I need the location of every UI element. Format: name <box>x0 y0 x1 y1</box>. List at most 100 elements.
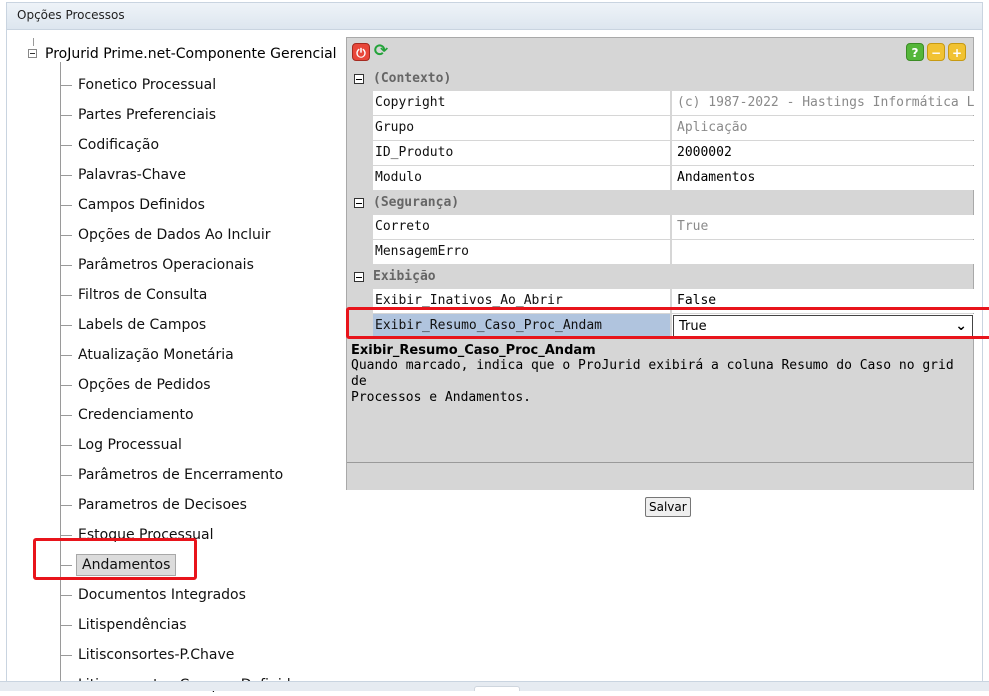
tree-item[interactable]: Opções de Pedidos <box>60 374 213 396</box>
property-value[interactable]: Aplicação <box>672 116 975 140</box>
property-value[interactable]: False <box>672 289 975 313</box>
collapse-icon[interactable] <box>354 198 364 208</box>
tree-item[interactable]: Parametros de Decisoes <box>60 494 249 516</box>
tree-item-label: Parâmetros de Encerramento <box>78 467 284 483</box>
tree-item[interactable]: Litisconsortes-P.Chave <box>60 644 236 666</box>
dropdown-value: True <box>679 319 707 334</box>
tree-connector <box>60 204 72 206</box>
property-row[interactable]: Exibir_Inativos_Ao_Abrir False <box>373 289 975 314</box>
property-value[interactable]: Andamentos <box>672 166 975 190</box>
tree-item[interactable]: Atualização Monetária <box>60 344 236 366</box>
save-button[interactable]: Salvar <box>645 497 691 517</box>
property-name: Copyright <box>373 91 671 115</box>
tree-item-label: Log Processual <box>78 437 182 453</box>
collapse-all-icon[interactable]: − <box>927 43 945 61</box>
collapse-icon[interactable] <box>354 272 364 282</box>
tree-item-label: Andamentos <box>76 554 177 576</box>
tree-connector <box>60 564 72 566</box>
category-row[interactable]: Exibição <box>347 265 973 289</box>
tree-item[interactable]: Parâmetros de Encerramento <box>60 464 285 486</box>
property-row[interactable]: Modulo Andamentos <box>373 166 975 191</box>
property-description: Exibir_Resumo_Caso_Proc_Andam Quando mar… <box>347 341 973 463</box>
tree-item[interactable]: Credenciamento <box>60 404 196 426</box>
property-row[interactable]: ID_Produto 2000002 <box>373 141 975 166</box>
category-label: (Segurança) <box>373 195 460 210</box>
tree-item-label: Documentos Integrados <box>78 587 246 603</box>
category-label: Exibição <box>373 269 436 284</box>
tree-item-label: Fonetico Processual <box>78 77 217 93</box>
help-icon[interactable]: ? <box>906 43 924 61</box>
tree-item[interactable]: Litispendências <box>60 614 189 636</box>
property-row[interactable]: Grupo Aplicação <box>373 116 975 141</box>
tree-item-label: Parametros de Decisoes <box>78 497 247 513</box>
tree-item-label: Opções de Pedidos <box>78 377 211 393</box>
property-grid: ⏻ ⟳ ? − + (Contexto) Copyright (c) 1987-20… <box>346 37 975 490</box>
tree-item-label: Codificação <box>78 137 160 153</box>
property-row[interactable]: Copyright (c) 1987-2022 - Hastings Inform… <box>373 91 975 116</box>
tree-connector <box>60 624 72 626</box>
property-row[interactable]: Exibir_Resumo_Caso_Proc_Andam True ⌄ <box>373 314 975 339</box>
tree-item[interactable]: Log Processual <box>60 434 184 456</box>
property-value[interactable]: True ⌄ <box>672 314 975 338</box>
property-name: Exibir_Inativos_Ao_Abrir <box>373 289 671 313</box>
tree-item-label: Parâmetros Operacionais <box>78 257 254 273</box>
tree-item[interactable]: Labels de Campos <box>60 314 208 336</box>
tree-root-label: ProJurid Prime.net-Componente Gerencial <box>45 46 337 62</box>
property-row[interactable]: MensagemErro <box>373 240 975 265</box>
property-value[interactable]: 2000002 <box>672 141 975 165</box>
property-name: Correto <box>373 215 671 239</box>
tree-item[interactable]: Estoque Processual <box>60 524 215 546</box>
property-value[interactable]: (c) 1987-2022 - Hastings Informática Ltd… <box>672 91 975 115</box>
property-name: Exibir_Resumo_Caso_Proc_Andam <box>373 314 671 338</box>
description-line-2: Processos e Andamentos. <box>351 390 532 405</box>
tree-item[interactable]: Parâmetros Operacionais <box>60 254 256 276</box>
tree-connector <box>60 84 72 86</box>
tree-item-label: Filtros de Consulta <box>78 287 208 303</box>
property-name: ID_Produto <box>373 141 671 165</box>
refresh-icon[interactable]: ⟳ <box>372 43 390 61</box>
tree-item[interactable]: Partes Preferenciais <box>60 104 218 126</box>
tree-item-label: Palavras-Chave <box>78 167 186 183</box>
expand-all-icon[interactable]: + <box>948 43 966 61</box>
tree-item-label: Labels de Campos <box>78 317 207 333</box>
tree-connector <box>60 144 72 146</box>
property-name: Modulo <box>373 166 671 190</box>
property-value[interactable] <box>672 240 975 264</box>
tree-connector <box>60 354 72 356</box>
tree-item-label: Estoque Processual <box>78 527 214 543</box>
value-dropdown[interactable]: True ⌄ <box>673 315 973 338</box>
power-icon[interactable]: ⏻ <box>352 43 370 61</box>
category-row[interactable]: (Contexto) <box>347 67 973 91</box>
tree-item-label: Atualização Monetária <box>78 347 234 363</box>
tree-root-node[interactable]: ProJurid Prime.net-Componente Gerencial <box>28 44 337 64</box>
tree-item[interactable]: Opções de Dados Ao Incluir <box>60 224 273 246</box>
tree-item[interactable]: Campos Definidos <box>60 194 207 216</box>
tree-connector <box>60 384 72 386</box>
property-row[interactable]: Correto True <box>373 215 975 240</box>
property-value[interactable]: True <box>672 215 975 239</box>
bottom-tab[interactable] <box>474 686 520 691</box>
category-row[interactable]: (Segurança) <box>347 191 973 215</box>
tree-item[interactable]: Codificação <box>60 134 161 156</box>
tree-item-label: Credenciamento <box>78 407 194 423</box>
tree-connector <box>60 114 72 116</box>
tree-item[interactable]: Andamentos <box>60 554 177 576</box>
property-grid-status <box>347 464 973 490</box>
tree-connector <box>60 474 72 476</box>
description-title: Exibir_Resumo_Caso_Proc_Andam <box>351 343 596 358</box>
tree-item[interactable]: Documentos Integrados <box>60 584 248 606</box>
chevron-down-icon[interactable]: ⌄ <box>955 316 967 337</box>
tree-item-label: Campos Definidos <box>78 197 205 213</box>
tree-connector <box>60 234 72 236</box>
tree-connector <box>60 174 72 176</box>
tree-connector <box>60 294 72 296</box>
collapse-icon[interactable] <box>28 48 37 58</box>
tree-item[interactable]: Filtros de Consulta <box>60 284 209 306</box>
property-name: MensagemErro <box>373 240 671 264</box>
tree-item[interactable]: Palavras-Chave <box>60 164 188 186</box>
collapse-icon[interactable] <box>354 74 364 84</box>
tree-item[interactable]: Fonetico Processual <box>60 74 218 96</box>
tree-connector <box>60 444 72 446</box>
tree-connector <box>60 414 72 416</box>
tree-item-label: Litispendências <box>78 617 187 633</box>
